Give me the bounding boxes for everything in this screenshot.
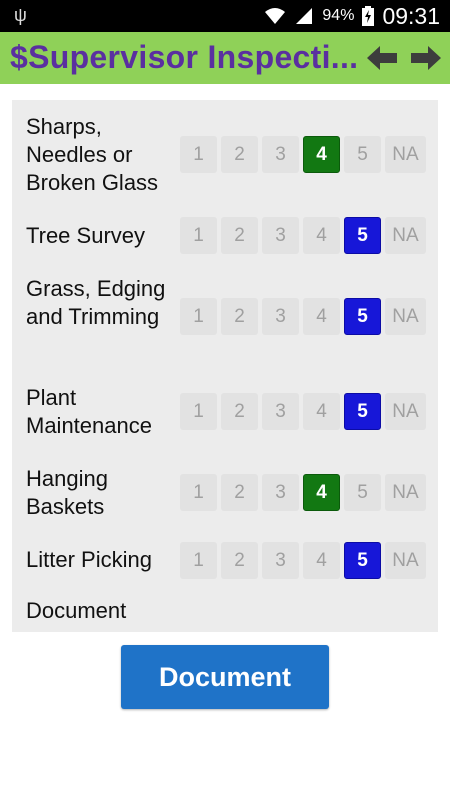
- rating-option[interactable]: 3: [262, 136, 299, 173]
- rating-option[interactable]: 1: [180, 136, 217, 173]
- rating-group: 1 2 3 4 5 NA: [180, 393, 426, 430]
- rating-option-selected[interactable]: 5: [344, 542, 381, 579]
- clock: 09:31: [382, 2, 440, 29]
- rating-option[interactable]: 4: [303, 217, 340, 254]
- rating-option-na[interactable]: NA: [385, 136, 426, 173]
- rating-option-selected[interactable]: 5: [344, 298, 381, 335]
- usb-icon: ψ: [14, 5, 27, 25]
- forward-button[interactable]: [410, 44, 442, 72]
- rating-option[interactable]: 2: [221, 542, 258, 579]
- rating-group: 1 2 3 4 5 NA: [180, 542, 426, 579]
- rating-option[interactable]: 3: [262, 298, 299, 335]
- rating-option[interactable]: 3: [262, 542, 299, 579]
- battery-charging-icon: [362, 6, 375, 26]
- arrow-right-icon: [411, 46, 441, 70]
- rating-option[interactable]: 2: [221, 298, 258, 335]
- rating-option[interactable]: 5: [344, 136, 381, 173]
- item-label: Sharps, Needles or Broken Glass: [26, 114, 159, 195]
- rating-option-selected[interactable]: 4: [303, 136, 340, 173]
- arrow-left-icon: [367, 46, 397, 70]
- rating-option[interactable]: 1: [180, 393, 217, 430]
- document-button[interactable]: Document: [121, 645, 329, 709]
- rating-option[interactable]: 3: [262, 217, 299, 254]
- item-label: Tree Survey: [26, 223, 146, 248]
- item-label: Hanging Baskets: [26, 466, 108, 519]
- rating-option[interactable]: 1: [180, 474, 217, 511]
- rating-option-na[interactable]: NA: [385, 217, 426, 254]
- rating-option[interactable]: 1: [180, 298, 217, 335]
- rating-group: 1 2 3 4 5 NA: [180, 298, 426, 335]
- wifi-icon: [265, 8, 286, 24]
- rating-option-selected[interactable]: 5: [344, 217, 381, 254]
- document-field-label: Document: [26, 598, 127, 623]
- cell-signal-icon: [296, 8, 313, 24]
- rating-option[interactable]: 1: [180, 217, 217, 254]
- rating-option[interactable]: 5: [344, 474, 381, 511]
- rating-option[interactable]: 4: [303, 542, 340, 579]
- rating-option[interactable]: 4: [303, 298, 340, 335]
- app-toolbar: $Supervisor Inspecti...: [0, 32, 450, 84]
- rating-option-selected[interactable]: 5: [344, 393, 381, 430]
- rating-group: 1 2 3 4 5 NA: [180, 136, 426, 173]
- rating-option[interactable]: 2: [221, 217, 258, 254]
- battery-percent: 94%: [322, 7, 355, 24]
- item-label: Plant Maintenance: [26, 385, 152, 438]
- rating-option-selected[interactable]: 4: [303, 474, 340, 511]
- rating-option-na[interactable]: NA: [385, 393, 426, 430]
- rating-option[interactable]: 2: [221, 393, 258, 430]
- rating-option[interactable]: 4: [303, 393, 340, 430]
- rating-option[interactable]: 3: [262, 393, 299, 430]
- page-title: $Supervisor Inspecti...: [10, 39, 359, 75]
- item-label: Litter Picking: [26, 547, 152, 572]
- status-bar: ψ 94% 09:31: [0, 0, 450, 32]
- item-label: Grass, Edging and Trimming: [26, 276, 166, 329]
- rating-group: 1 2 3 4 5 NA: [180, 217, 426, 254]
- rating-option-na[interactable]: NA: [385, 474, 426, 511]
- rating-option-na[interactable]: NA: [385, 298, 426, 335]
- rating-option-na[interactable]: NA: [385, 542, 426, 579]
- rating-option[interactable]: 1: [180, 542, 217, 579]
- rating-option[interactable]: 3: [262, 474, 299, 511]
- back-button[interactable]: [366, 44, 398, 72]
- rating-option[interactable]: 2: [221, 136, 258, 173]
- rating-group: 1 2 3 4 5 NA: [180, 474, 426, 511]
- status-icons: 94% 09:31: [264, 0, 440, 32]
- rating-option[interactable]: 2: [221, 474, 258, 511]
- inspection-form: Sharps, Needles or Broken Glass 1 2 3 4 …: [12, 100, 438, 632]
